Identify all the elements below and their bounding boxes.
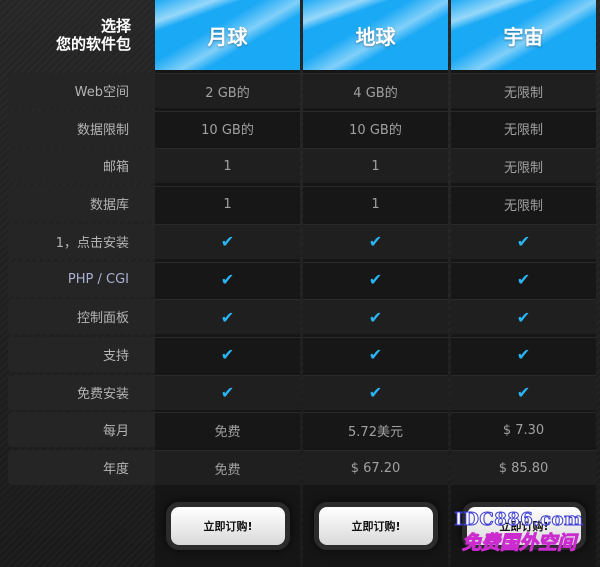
cell-earth: 4 GB的 <box>303 73 448 108</box>
row-label: PHP / CGI <box>8 261 155 297</box>
watermark: IDC886.com 免费国外空间 <box>444 509 594 561</box>
cell-universe: 无限制 <box>451 148 596 184</box>
order-button-moon[interactable]: 立即订购! <box>171 507 285 545</box>
cell-earth: ✔ <box>303 374 448 410</box>
check-icon: ✔ <box>516 307 531 327</box>
cell-universe: 无限制 <box>451 73 596 108</box>
check-icon: ✔ <box>368 232 383 252</box>
table-row: Web空间 2 GB的 4 GB的 无限制 <box>0 72 600 108</box>
cell-universe: 无限制 <box>451 110 596 146</box>
table-row: PHP / CGI ✔ ✔ ✔ <box>0 261 600 297</box>
table-row: 数据限制 10 GB的 10 GB的 无限制 <box>0 110 600 146</box>
table-row: 邮箱 1 1 无限制 <box>0 147 600 184</box>
table-row: 每月 免费 5.72美元 $ 7.30 <box>0 411 600 448</box>
cell-moon: 1 <box>155 148 300 184</box>
plan-header-universe: 宇宙 <box>451 0 596 70</box>
cell-universe: ✔ <box>451 223 596 259</box>
cell-universe: $ 7.30 <box>451 412 596 448</box>
watermark-site: IDC886.com <box>454 509 584 531</box>
caption-line-1: 选择 <box>100 17 131 35</box>
cell-earth: 1 <box>303 148 448 184</box>
cell-universe: ✔ <box>451 374 596 410</box>
cell-moon: ✔ <box>155 299 300 335</box>
check-icon: ✔ <box>220 345 235 365</box>
cell-moon: 2 GB的 <box>155 73 300 108</box>
row-label: 邮箱 <box>8 148 155 184</box>
plan-header-moon: 月球 <box>155 0 300 70</box>
caption-line-2: 您的软件包 <box>55 35 131 53</box>
cell-universe: ✔ <box>451 261 596 297</box>
cell-earth: 10 GB的 <box>303 110 448 146</box>
cell-moon: 免费 <box>155 412 300 448</box>
row-label: 数据限制 <box>8 110 155 146</box>
cell-universe: ✔ <box>451 299 596 335</box>
check-icon: ✔ <box>368 270 383 289</box>
table-row: 数据库 1 1 无限制 <box>0 185 600 222</box>
table-row: 控制面板 ✔ ✔ ✔ <box>0 298 600 335</box>
cell-universe: 无限制 <box>451 186 596 222</box>
cell-moon: 1 <box>155 186 300 222</box>
cell-universe: $ 85.80 <box>451 450 596 485</box>
table-row: 支持 ✔ ✔ ✔ <box>0 336 600 372</box>
order-button-earth[interactable]: 立即订购! <box>319 507 433 545</box>
check-icon: ✔ <box>220 270 235 289</box>
table-row: 1，点击安装 ✔ ✔ ✔ <box>0 223 600 259</box>
check-icon: ✔ <box>516 270 531 289</box>
plan-header-earth: 地球 <box>303 0 448 70</box>
cell-moon: ✔ <box>155 336 300 372</box>
row-label: 数据库 <box>8 186 155 222</box>
check-icon: ✔ <box>516 232 531 252</box>
row-label: 年度 <box>8 450 155 485</box>
cell-earth: 1 <box>303 186 448 222</box>
check-icon: ✔ <box>220 307 235 327</box>
cell-moon: ✔ <box>155 223 300 259</box>
check-icon: ✔ <box>368 345 383 365</box>
row-label: 支持 <box>8 336 155 372</box>
pricing-table: 选择 您的软件包 月球 地球 宇宙 Web空间 2 GB的 4 GB的 无限制 数据限制… <box>0 0 600 567</box>
cell-universe: ✔ <box>451 336 596 372</box>
check-icon: ✔ <box>368 383 383 403</box>
cell-moon: ✔ <box>155 374 300 410</box>
check-icon: ✔ <box>220 232 235 252</box>
cell-earth: ✔ <box>303 299 448 335</box>
row-label: 控制面板 <box>8 299 155 335</box>
row-label: Web空间 <box>8 73 155 108</box>
cell-moon: 免费 <box>155 450 300 485</box>
check-icon: ✔ <box>368 307 383 327</box>
check-icon: ✔ <box>220 383 235 403</box>
table-row: 年度 免费 $ 67.20 $ 85.80 <box>0 449 600 485</box>
row-label: 每月 <box>8 412 155 448</box>
cell-earth: ✔ <box>303 336 448 372</box>
cell-moon: ✔ <box>155 261 300 297</box>
cell-earth: $ 67.20 <box>303 450 448 485</box>
table-row: 免费安装 ✔ ✔ ✔ <box>0 374 600 410</box>
check-icon: ✔ <box>516 383 531 403</box>
cell-earth: 5.72美元 <box>303 412 448 448</box>
check-icon: ✔ <box>516 345 531 365</box>
watermark-slogan: 免费国外空间 <box>461 532 576 555</box>
table-caption: 选择 您的软件包 <box>0 0 155 70</box>
row-label: 免费安装 <box>8 374 155 410</box>
cell-earth: ✔ <box>303 223 448 259</box>
row-label: 1，点击安装 <box>8 223 155 259</box>
cell-earth: ✔ <box>303 261 448 297</box>
cell-moon: 10 GB的 <box>155 110 300 146</box>
